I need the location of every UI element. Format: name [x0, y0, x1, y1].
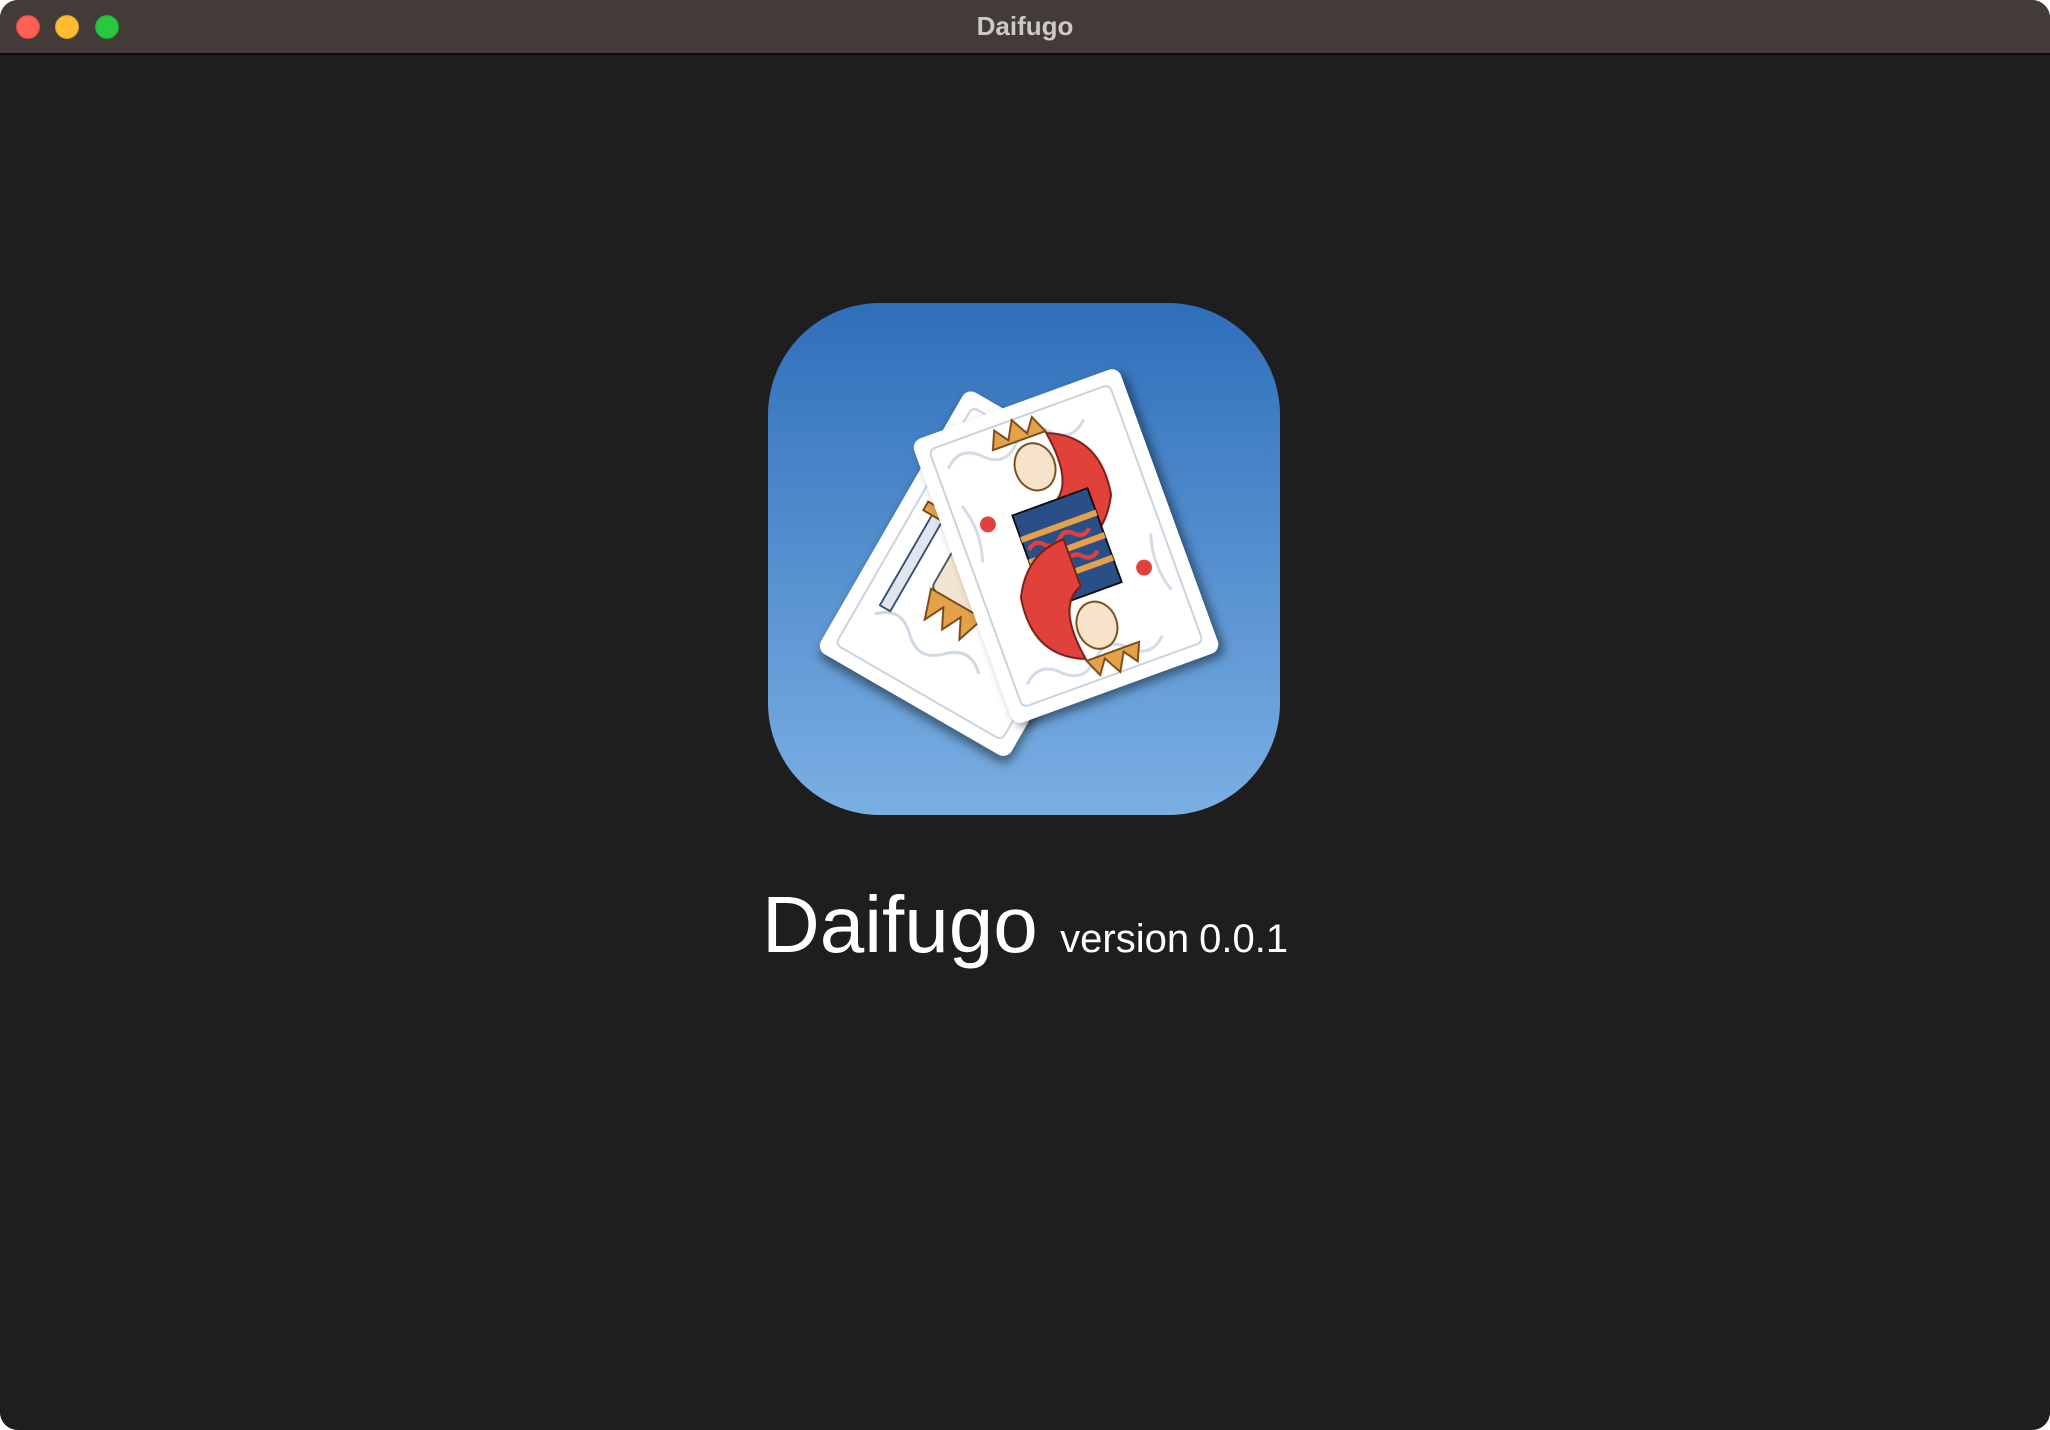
about-content: Daifugo version 0.0.1	[0, 55, 2050, 1430]
app-version: version 0.0.1	[1060, 917, 1288, 961]
version-number: 0.0.1	[1199, 917, 1289, 961]
playing-cards-app-icon	[768, 303, 1280, 815]
window-title: Daifugo	[976, 11, 1074, 41]
title-bar[interactable]: Daifugo	[0, 0, 2050, 55]
app-name: Daifugo	[761, 880, 1038, 969]
about-window: Daifugo Daifugo version 0.0.1	[0, 0, 2050, 1430]
app-title-row: Daifugo version 0.0.1	[0, 870, 2050, 980]
version-label: version	[1060, 917, 1190, 961]
